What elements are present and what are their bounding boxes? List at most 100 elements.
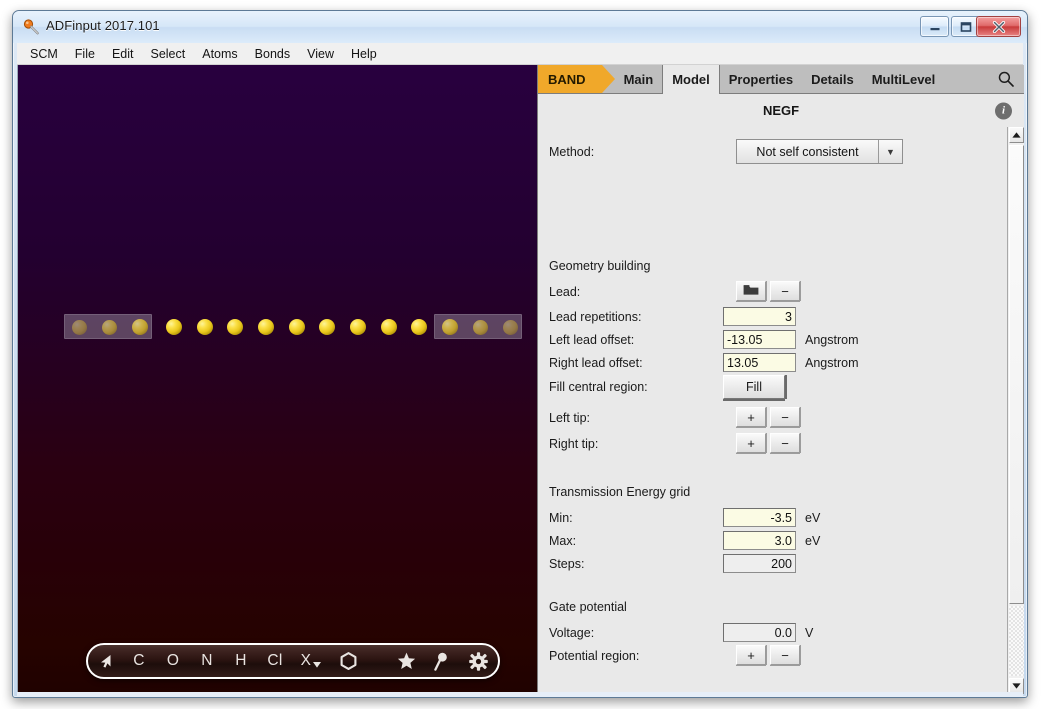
central-atom-4[interactable] bbox=[258, 319, 274, 335]
folder-icon bbox=[743, 284, 759, 299]
oxygen-tool[interactable]: O bbox=[156, 645, 190, 677]
page-title: NEGF bbox=[763, 103, 799, 118]
right-lead-offset-label: Right lead offset: bbox=[549, 356, 643, 370]
menu-item-select[interactable]: Select bbox=[142, 44, 193, 64]
tab-model[interactable]: Model bbox=[662, 65, 720, 94]
client-area: C O N H Cl X bbox=[17, 65, 1023, 694]
transmission-max-label: Max: bbox=[549, 534, 576, 548]
right-tip-remove-button[interactable]: − bbox=[770, 433, 800, 453]
right-tip-add-button[interactable]: + bbox=[736, 433, 766, 453]
transmission-min-input[interactable] bbox=[723, 508, 796, 527]
tab-details[interactable]: Details bbox=[802, 65, 863, 93]
fill-central-region-label: Fill central region: bbox=[549, 380, 648, 394]
favorites-star-tool[interactable] bbox=[388, 645, 424, 677]
lead-label: Lead: bbox=[549, 285, 580, 299]
chlorine-tool[interactable]: Cl bbox=[258, 645, 292, 677]
tab-band[interactable]: BAND bbox=[538, 65, 602, 93]
benzene-ring-tool[interactable] bbox=[330, 645, 366, 677]
info-icon[interactable]: i bbox=[995, 102, 1012, 119]
method-select[interactable]: Not self consistent ▼ bbox=[736, 139, 903, 164]
scrollbar-trough[interactable] bbox=[1009, 606, 1024, 676]
row-lead-repetitions: Lead repetitions: bbox=[538, 305, 1008, 328]
menu-item-file[interactable]: File bbox=[67, 44, 103, 64]
minimize-button[interactable] bbox=[920, 16, 949, 37]
title-bar[interactable]: ADFinput 2017.101 bbox=[13, 11, 1027, 43]
row-transmission-steps: Steps: bbox=[538, 552, 1008, 575]
lead-atom-left-3[interactable] bbox=[132, 319, 148, 335]
lead-atom-left-2[interactable] bbox=[102, 320, 117, 335]
central-atom-5[interactable] bbox=[289, 319, 305, 335]
transmission-max-unit: eV bbox=[805, 534, 820, 548]
element-toolbar: C O N H Cl X bbox=[86, 643, 500, 679]
desktop-background: ADFinput 2017.101 SCM File Edit bbox=[0, 0, 1042, 709]
panel-scrollbar[interactable] bbox=[1007, 127, 1024, 694]
row-method: Method: Not self consistent ▼ bbox=[538, 139, 1008, 164]
scm-logo-icon bbox=[23, 19, 40, 36]
central-atom-2[interactable] bbox=[197, 319, 213, 335]
right-lead-offset-input[interactable] bbox=[723, 353, 796, 372]
search-icon[interactable] bbox=[988, 65, 1024, 93]
row-gate-voltage: Voltage: V bbox=[538, 621, 1008, 644]
row-right-lead-offset: Right lead offset: Angstrom bbox=[538, 351, 1008, 374]
central-atom-8[interactable] bbox=[381, 319, 397, 335]
row-left-tip: Left tip: + − bbox=[538, 406, 1008, 429]
lead-atom-right-2[interactable] bbox=[473, 320, 488, 335]
menu-item-scm[interactable]: SCM bbox=[22, 44, 66, 64]
potential-region-label: Potential region: bbox=[549, 649, 639, 663]
row-transmission-max: Max: eV bbox=[538, 529, 1008, 552]
central-atom-7[interactable] bbox=[350, 319, 366, 335]
menu-item-view[interactable]: View bbox=[299, 44, 342, 64]
fill-button[interactable]: Fill bbox=[723, 375, 785, 399]
scrollbar-thumb[interactable] bbox=[1009, 145, 1024, 604]
menu-item-help[interactable]: Help bbox=[343, 44, 385, 64]
central-atom-6[interactable] bbox=[319, 319, 335, 335]
search-pin-tool[interactable] bbox=[424, 645, 458, 677]
menu-item-edit[interactable]: Edit bbox=[104, 44, 142, 64]
transmission-max-input[interactable] bbox=[723, 531, 796, 550]
lead-atom-left-1[interactable] bbox=[72, 320, 87, 335]
tab-strip: BAND Main Model Properties Details Multi… bbox=[538, 65, 1024, 94]
lead-add-button[interactable] bbox=[736, 281, 766, 301]
tab-properties[interactable]: Properties bbox=[720, 65, 802, 93]
central-atom-3[interactable] bbox=[227, 319, 243, 335]
select-cursor-tool[interactable] bbox=[88, 645, 122, 677]
menu-bar: SCM File Edit Select Atoms Bonds View He… bbox=[17, 43, 1023, 65]
left-lead-offset-input[interactable] bbox=[723, 330, 796, 349]
transmission-steps-input[interactable] bbox=[723, 554, 796, 573]
menu-item-bonds[interactable]: Bonds bbox=[247, 44, 298, 64]
close-button[interactable] bbox=[976, 16, 1021, 37]
central-atom-9[interactable] bbox=[411, 319, 427, 335]
method-select-value: Not self consistent bbox=[737, 145, 878, 159]
lead-atom-right-1[interactable] bbox=[442, 319, 458, 335]
hydrogen-tool[interactable]: H bbox=[224, 645, 258, 677]
lead-repetitions-input[interactable] bbox=[723, 307, 796, 326]
scroll-up-button[interactable] bbox=[1009, 127, 1024, 143]
lead-atom-right-3[interactable] bbox=[503, 320, 518, 335]
left-tip-remove-button[interactable]: − bbox=[770, 407, 800, 427]
gate-voltage-unit: V bbox=[805, 626, 813, 640]
right-tip-label: Right tip: bbox=[549, 437, 598, 451]
row-potential-region: Potential region: + − bbox=[538, 644, 1008, 667]
tab-main[interactable]: Main bbox=[602, 65, 663, 93]
row-left-lead-offset: Left lead offset: Angstrom bbox=[538, 328, 1008, 351]
left-tip-label: Left tip: bbox=[549, 411, 590, 425]
potential-region-remove-button[interactable]: − bbox=[770, 645, 800, 665]
negf-settings-form: Method: Not self consistent ▼ Geometry b… bbox=[538, 127, 1008, 694]
gate-voltage-input[interactable] bbox=[723, 623, 796, 642]
carbon-tool[interactable]: C bbox=[122, 645, 156, 677]
nitrogen-tool[interactable]: N bbox=[190, 645, 224, 677]
settings-gear-tool[interactable] bbox=[458, 645, 498, 677]
chevron-down-icon: ▼ bbox=[878, 140, 902, 163]
left-lead-offset-unit: Angstrom bbox=[805, 333, 859, 347]
other-element-tool[interactable]: X bbox=[292, 645, 330, 677]
molecule-3d-viewer[interactable]: C O N H Cl X bbox=[18, 65, 537, 694]
menu-item-atoms[interactable]: Atoms bbox=[194, 44, 245, 64]
window-title: ADFinput 2017.101 bbox=[46, 18, 160, 33]
potential-region-add-button[interactable]: + bbox=[736, 645, 766, 665]
row-fill-central-region: Fill central region: Fill bbox=[538, 375, 1008, 398]
lead-remove-button[interactable]: − bbox=[770, 281, 800, 301]
other-element-label: X bbox=[301, 652, 312, 670]
left-tip-add-button[interactable]: + bbox=[736, 407, 766, 427]
tab-multilevel[interactable]: MultiLevel bbox=[863, 65, 945, 93]
central-atom-1[interactable] bbox=[166, 319, 182, 335]
